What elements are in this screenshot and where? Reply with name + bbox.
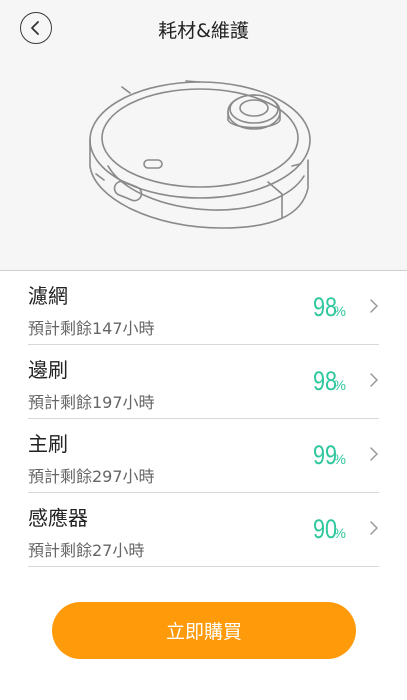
consumable-row-sensor[interactable]: 感應器 預計剩餘27小時 90% [28,493,379,567]
percent-value: 98 [312,366,337,396]
chevron-right-icon [370,521,378,535]
item-name: 邊刷 [28,358,68,382]
percent-value: 99 [312,440,337,470]
consumable-row-filter[interactable]: 濾網 預計剩餘147小時 98% [28,271,379,345]
chevron-right-icon [370,299,378,313]
item-name: 濾網 [28,284,68,308]
item-percentage: 98% [307,292,346,323]
chevron-right-icon [370,447,378,461]
item-name: 感應器 [28,506,88,530]
robot-vacuum-illustration [89,80,311,229]
item-remaining-time: 預計剩餘27小時 [28,541,145,560]
item-remaining-time: 預計剩餘147小時 [28,319,155,338]
consumables-list: 濾網 預計剩餘147小時 98% 邊刷 預計剩餘197小時 98% 主刷 預計剩… [0,271,407,567]
page-title: 耗材&維護 [158,20,249,42]
percent-value: 98 [312,292,337,322]
item-percentage: 99% [307,440,346,471]
item-percentage: 90% [307,514,346,545]
item-percentage: 98% [307,366,346,397]
item-name: 主刷 [28,432,68,456]
item-remaining-time: 預計剩餘297小時 [28,467,155,486]
item-remaining-time: 預計剩餘197小時 [28,393,155,412]
chevron-right-icon [370,373,378,387]
consumable-row-side-brush[interactable]: 邊刷 預計剩餘197小時 98% [28,345,379,419]
buy-now-button[interactable]: 立即購買 [52,602,356,659]
consumable-row-main-brush[interactable]: 主刷 預計剩餘297小時 99% [28,419,379,493]
header-area: 耗材&維護 [0,0,407,270]
percent-value: 90 [312,514,337,544]
